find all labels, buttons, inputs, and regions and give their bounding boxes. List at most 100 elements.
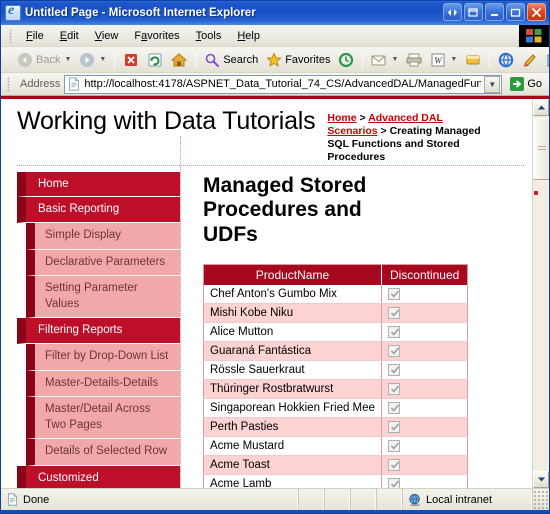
status-blank-3 [351, 489, 377, 510]
discontinued-checkbox [387, 363, 400, 376]
page-icon [69, 77, 80, 91]
back-dropdown-icon[interactable]: ▼ [64, 56, 71, 63]
menu-favorites[interactable]: Favorites [126, 28, 187, 44]
table-row: Singaporean Hokkien Fried Mee [203, 398, 468, 419]
web-page: Working with Data Tutorials Home > Advan… [1, 99, 532, 488]
discontinued-checkbox [387, 287, 400, 300]
breadcrumb-home-link[interactable]: Home [327, 112, 356, 124]
navigation-toolbar: Back ▼ ▼ Search Favorites ▼ W ▼ [1, 47, 549, 73]
menu-tools[interactable]: Tools [188, 28, 230, 44]
scroll-down-button[interactable] [533, 471, 549, 488]
discontinued-checkbox [387, 344, 400, 357]
address-grip[interactable] [7, 77, 10, 91]
sidebar-item-setting-parameter-values[interactable]: Setting Parameter Values [26, 276, 180, 319]
status-text: Done [23, 493, 50, 506]
sidebar-item-home[interactable]: Home [17, 171, 180, 198]
history-button[interactable] [334, 50, 358, 70]
menu-view[interactable]: View [87, 28, 127, 44]
cell-discontinued [381, 455, 468, 476]
cell-discontinued [381, 284, 468, 304]
cell-product-name: Rössle Sauerkraut [203, 360, 382, 380]
cell-product-name: Acme Mustard [203, 436, 382, 457]
cell-product-name: Alice Mutton [203, 322, 382, 342]
stop-button[interactable] [119, 50, 143, 70]
ie-page-icon [5, 3, 21, 21]
restore-group-button[interactable] [443, 3, 462, 21]
cell-discontinued [381, 341, 468, 361]
window-title: Untitled Page - Microsoft Internet Explo… [25, 7, 256, 19]
refresh-button[interactable] [143, 50, 167, 70]
scroll-up-button[interactable] [533, 99, 549, 116]
highlight-button[interactable] [518, 50, 542, 70]
sidebar-item-filter-by-drop-down-list[interactable]: Filter by Drop-Down List [26, 344, 180, 371]
status-message-panel: Done [1, 489, 299, 510]
cell-product-name: Chef Anton's Gumbo Mix [203, 284, 382, 304]
sidebar-item-basic-reporting[interactable]: Basic Reporting [17, 197, 180, 224]
address-input[interactable]: http://localhost:4178/ASPNET_Data_Tutori… [64, 74, 503, 94]
address-url-text: http://localhost:4178/ASPNET_Data_Tutori… [84, 78, 481, 90]
home-button[interactable] [167, 50, 191, 70]
table-row: Mishi Kobe Niku [203, 303, 468, 323]
discontinued-checkbox [387, 401, 400, 414]
table-row: Chef Anton's Gumbo Mix [203, 284, 468, 304]
forward-button[interactable]: ▼ [75, 50, 110, 70]
cell-discontinued [381, 303, 468, 323]
favorites-button[interactable]: Favorites [262, 50, 334, 70]
print-button[interactable] [402, 50, 426, 70]
search-button[interactable]: Search [200, 50, 262, 70]
page-title: Working with Data Tutorials [17, 107, 316, 135]
back-button[interactable]: Back ▼ [13, 50, 75, 70]
cell-discontinued [381, 379, 468, 399]
table-row: Rössle Sauerkraut [203, 360, 468, 380]
zone-text: Local intranet [426, 493, 493, 506]
title-bar: Untitled Page - Microsoft Internet Explo… [1, 1, 549, 25]
sidebar-item-details-of-selected-row[interactable]: Details of Selected Row [26, 439, 180, 466]
restore-window-button[interactable] [464, 3, 483, 21]
breadcrumb-sep-1: > [356, 112, 369, 124]
table-row: Acme Toast [203, 455, 468, 476]
edit-word-button[interactable]: W ▼ [426, 50, 461, 70]
browser-window: Untitled Page - Microsoft Internet Explo… [0, 0, 550, 514]
minimize-button[interactable] [485, 3, 504, 21]
menu-file[interactable]: File [18, 28, 52, 44]
status-blank-1 [299, 489, 325, 510]
table-row: Acme Mustard [203, 436, 468, 457]
sidebar-item-simple-display[interactable]: Simple Display [26, 223, 180, 250]
resize-grip[interactable] [533, 489, 549, 510]
go-label: Go [527, 78, 542, 90]
close-button[interactable] [527, 3, 546, 21]
forward-dropdown-icon[interactable]: ▼ [99, 56, 106, 63]
edit-dropdown-icon[interactable]: ▼ [450, 56, 457, 63]
discuss-button[interactable] [494, 50, 518, 70]
sidebar-item-customized[interactable]: Customized [17, 465, 180, 488]
menu-edit[interactable]: Edit [52, 28, 87, 44]
cell-product-name: Guaraná Fantástica [203, 341, 382, 361]
mail-button[interactable]: ▼ [367, 50, 402, 70]
window-controls [443, 3, 546, 21]
research-button[interactable] [542, 50, 549, 70]
scrollbar-thumb[interactable] [533, 118, 549, 180]
sidebar-item-filtering-reports[interactable]: Filtering Reports [17, 318, 180, 345]
cell-product-name: Thüringer Rostbratwurst [203, 379, 382, 399]
table-row: Acme Lamb [203, 474, 468, 488]
mail-dropdown-icon[interactable]: ▼ [391, 56, 398, 63]
cell-discontinued [381, 360, 468, 380]
security-zone-panel[interactable]: Local intranet [403, 489, 533, 510]
address-bar: Address http://localhost:4178/ASPNET_Dat… [1, 73, 549, 96]
messenger-button[interactable] [461, 50, 485, 70]
discontinued-checkbox [387, 440, 400, 453]
sidebar-item-declarative-parameters[interactable]: Declarative Parameters [26, 249, 180, 277]
menu-help[interactable]: Help [229, 28, 268, 44]
sidebar-item-master-detail-across-two-pages[interactable]: Master/Detail Across Two Pages [26, 397, 180, 440]
cell-product-name: Acme Lamb [203, 474, 382, 488]
sidebar-item-master-details-details[interactable]: Master-Details-Details [26, 370, 180, 398]
toolbar-separator [114, 51, 116, 68]
chevron-down-icon[interactable]: ▼ [484, 75, 501, 93]
vertical-scrollbar[interactable] [532, 99, 549, 488]
go-button[interactable]: Go [506, 76, 545, 92]
maximize-button[interactable] [506, 3, 525, 21]
menu-grip[interactable] [9, 28, 12, 43]
status-blank-2 [325, 489, 351, 510]
favorites-label: Favorites [285, 53, 331, 66]
discontinued-checkbox [387, 306, 400, 319]
